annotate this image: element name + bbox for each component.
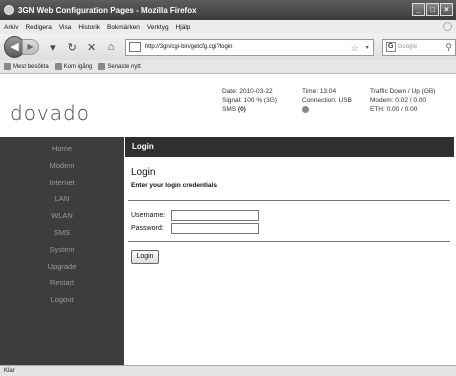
status-sms: SMS (0)	[222, 106, 246, 113]
stop-icon[interactable]: ✕	[86, 41, 97, 54]
divider	[128, 241, 450, 242]
bookmark-folder-icon	[4, 63, 11, 70]
status-date: Date: 2010-03-22	[222, 88, 273, 95]
sidebar-item-modem[interactable]: Modem	[0, 158, 124, 175]
sidebar-item-system[interactable]: System	[0, 242, 124, 259]
username-label: Username:	[131, 212, 166, 219]
password-row: Password:	[131, 223, 259, 234]
username-row: Username:	[131, 210, 259, 221]
status-traffic: Traffic Down / Up (GB) Modem: 0.02 / 0.0…	[370, 87, 435, 114]
status-time: Time: 13:04	[302, 88, 337, 95]
search-field[interactable]: G Google ⚲	[381, 38, 456, 56]
status-date-signal: Date: 2010-03-22 Signal: 100 % (3G) SMS …	[222, 87, 277, 114]
dropdown-arrow-icon[interactable]: ▾	[47, 41, 58, 54]
window-controls: _ □ ×	[412, 3, 453, 16]
bookmark-most-visited[interactable]: Mest besökta	[4, 63, 49, 70]
sms-count: (0)	[237, 106, 246, 113]
status-bar: Klar	[0, 365, 456, 376]
traffic-eth: ETH: 0.00 / 0.00	[370, 106, 418, 113]
status-signal: Signal: 100 % (3G)	[222, 97, 277, 104]
minimize-icon[interactable]: _	[412, 3, 425, 16]
traffic-title: Traffic Down / Up (GB)	[370, 88, 436, 95]
dovado-logo: dovado	[10, 101, 90, 125]
main-content: Login Login Enter your login credentials…	[124, 137, 456, 365]
bookmark-star-icon[interactable]: ☆	[351, 43, 359, 54]
search-placeholder: Google	[397, 44, 418, 50]
page-title: Login	[131, 167, 156, 178]
sidebar-item-home[interactable]: Home	[0, 141, 124, 158]
menu-item-edit[interactable]: Redigera	[25, 24, 51, 31]
sidebar-item-sms[interactable]: SMS	[0, 225, 124, 242]
login-button[interactable]: Login	[131, 250, 159, 264]
address-dropdown-icon[interactable]: ▾	[366, 44, 369, 51]
sidebar-item-restart[interactable]: Restart	[0, 275, 124, 292]
address-url: http://3gn/cgi-bin/getcfg.cgi?login	[144, 44, 233, 50]
firefox-icon	[4, 5, 14, 15]
sidebar-item-lan[interactable]: LAN	[0, 191, 124, 208]
page-header: dovado Date: 2010-03-22 Signal: 100 % (3…	[0, 75, 456, 137]
window-titlebar: 3GN Web Configuration Pages - Mozilla Fi…	[0, 0, 456, 20]
firefox-bookmark-icon	[54, 63, 62, 70]
sidebar-item-internet[interactable]: Internet	[0, 175, 124, 192]
traffic-modem: Modem: 0.02 / 0.00	[370, 97, 427, 104]
menu-bar: Arkiv Redigera Visa Historik Bokmärken V…	[0, 20, 456, 34]
menu-item-file[interactable]: Arkiv	[4, 24, 18, 31]
sidebar-nav: Home Modem Internet LAN WLAN SMS System …	[0, 137, 124, 365]
sidebar-item-upgrade[interactable]: Upgrade	[0, 259, 124, 276]
menu-item-tools[interactable]: Verktyg	[147, 24, 169, 31]
bookmark-getting-started[interactable]: Kom igång	[54, 63, 92, 70]
close-icon[interactable]: ×	[440, 3, 453, 16]
site-identity-icon[interactable]	[128, 42, 141, 52]
navigation-toolbar: ◀ ▶ ▾ ↻ ✕ ⌂ http://3gn/cgi-bin/getcfg.cg…	[0, 34, 456, 60]
google-engine-icon[interactable]: G	[385, 42, 396, 52]
password-input[interactable]	[171, 223, 259, 234]
password-label: Password:	[131, 225, 164, 232]
bookmark-latest-news[interactable]: Senaste nytt	[98, 63, 141, 70]
divider	[128, 200, 450, 201]
menu-item-view[interactable]: Visa	[59, 24, 72, 31]
page-subtitle: Enter your login credentials	[131, 182, 217, 189]
search-icon[interactable]: ⚲	[445, 42, 452, 53]
menu-item-bookmarks[interactable]: Bokmärken	[107, 24, 140, 31]
activity-indicator-icon	[443, 22, 452, 31]
status-time-connection: Time: 13:04 Connection: USB	[302, 87, 352, 116]
sidebar-item-wlan[interactable]: WLAN	[0, 208, 124, 225]
rss-icon	[98, 63, 106, 70]
menu-item-history[interactable]: Historik	[78, 24, 100, 31]
connection-status-icon	[302, 106, 309, 113]
window-title: 3GN Web Configuration Pages - Mozilla Fi…	[18, 5, 197, 15]
maximize-icon[interactable]: □	[426, 3, 439, 16]
reload-icon[interactable]: ↻	[67, 41, 78, 54]
address-bar[interactable]: http://3gn/cgi-bin/getcfg.cgi?login ☆ ▾	[124, 38, 374, 56]
home-icon[interactable]: ⌂	[105, 41, 116, 53]
forward-button[interactable]: ▶	[21, 39, 40, 55]
menu-item-help[interactable]: Hjälp	[176, 24, 191, 31]
section-header-bar: Login	[125, 137, 454, 157]
status-connection: Connection: USB	[302, 97, 352, 104]
username-input[interactable]	[171, 210, 259, 221]
sidebar-item-logout[interactable]: Logout	[0, 292, 124, 309]
bookmarks-toolbar: Mest besökta Kom igång Senaste nytt	[0, 60, 456, 74]
